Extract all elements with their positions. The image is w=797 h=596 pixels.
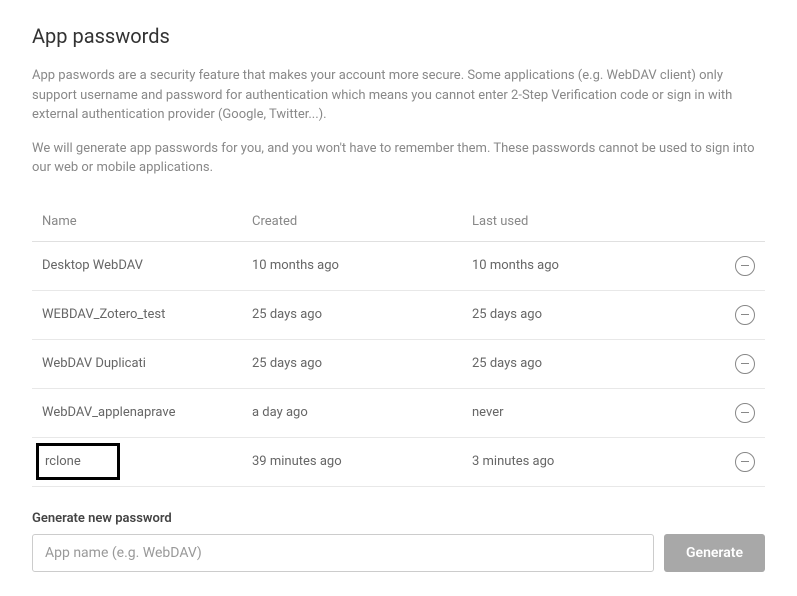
remove-icon[interactable] (735, 452, 755, 472)
remove-icon[interactable] (735, 305, 755, 325)
generate-password-form: Generate new password Generate (32, 511, 765, 572)
description-paragraph-1: App paswords are a security feature that… (32, 66, 765, 125)
row-created: 39 minutes ago (252, 454, 472, 469)
row-created: 10 months ago (252, 258, 472, 273)
table-row: rclone39 minutes ago3 minutes ago (32, 438, 765, 487)
row-created: 25 days ago (252, 356, 472, 371)
table-header: Name Created Last used (32, 202, 765, 242)
row-created: a day ago (252, 405, 472, 420)
row-lastused: 25 days ago (472, 307, 715, 322)
app-name-input[interactable] (32, 534, 654, 572)
column-header-name: Name (42, 214, 252, 229)
table-row: WebDAV_applenapravea day agonever (32, 389, 765, 438)
remove-icon[interactable] (735, 256, 755, 276)
column-header-created: Created (252, 214, 472, 229)
description-paragraph-2: We will generate app passwords for you, … (32, 139, 765, 178)
row-lastused: 10 months ago (472, 258, 715, 273)
generate-button[interactable]: Generate (664, 534, 765, 572)
page-title: App passwords (32, 24, 765, 48)
row-name: WebDAV Duplicati (42, 356, 252, 371)
app-passwords-table: Name Created Last used Desktop WebDAV10 … (32, 202, 765, 487)
row-name: WEBDAV_Zotero_test (42, 307, 252, 322)
remove-icon[interactable] (735, 354, 755, 374)
row-lastused: 25 days ago (472, 356, 715, 371)
table-row: WebDAV Duplicati25 days ago25 days ago (32, 340, 765, 389)
row-name: rclone (42, 453, 252, 470)
row-name: Desktop WebDAV (42, 258, 252, 273)
row-created: 25 days ago (252, 307, 472, 322)
generate-label: Generate new password (32, 511, 765, 526)
row-lastused: 3 minutes ago (472, 454, 715, 469)
highlighted-name: rclone (36, 443, 120, 480)
remove-icon[interactable] (735, 403, 755, 423)
row-name: WebDAV_applenaprave (42, 405, 252, 420)
column-header-lastused: Last used (472, 214, 715, 229)
row-lastused: never (472, 405, 715, 420)
table-row: WEBDAV_Zotero_test25 days ago25 days ago (32, 291, 765, 340)
table-row: Desktop WebDAV10 months ago10 months ago (32, 242, 765, 291)
